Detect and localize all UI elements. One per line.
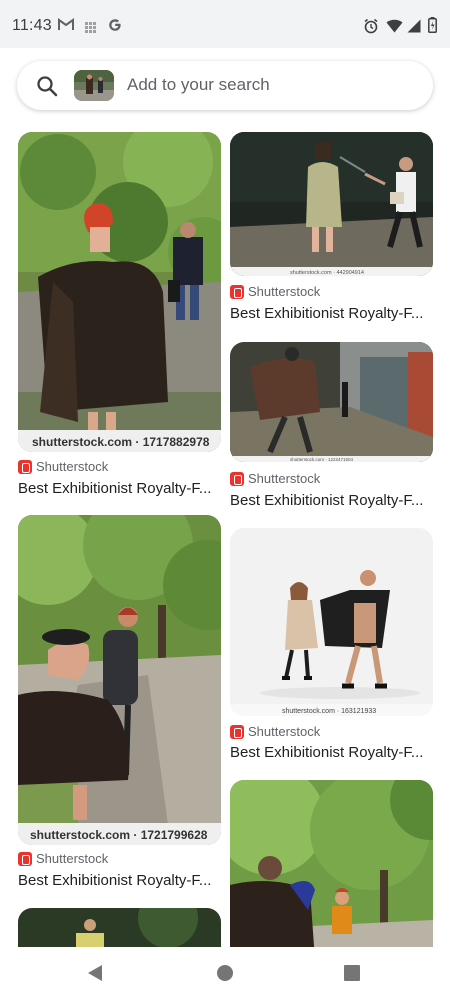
gmail-icon [58, 18, 74, 36]
source-name: Shutterstock [248, 471, 321, 486]
watermark-text: shutterstock.com · 442904914 [290, 270, 364, 276]
status-bar: 11:43 [0, 0, 450, 48]
result-image[interactable]: shutterstock.com · 163121933 [230, 528, 433, 716]
watermark-text: shutterstock.com · 1721799628 [30, 828, 208, 842]
result-title[interactable]: Best Exhibitionist Royalty-F... [18, 872, 221, 889]
shutterstock-icon [18, 460, 32, 474]
status-time: 11:43 [12, 17, 52, 34]
shutterstock-icon [18, 852, 32, 866]
alarm-icon [363, 18, 379, 39]
search-icon[interactable] [36, 75, 58, 102]
home-icon[interactable] [216, 964, 234, 987]
recents-icon[interactable] [344, 965, 360, 986]
back-icon[interactable] [86, 964, 104, 987]
result-image[interactable] [230, 780, 433, 960]
result-card-3[interactable]: shutterstock.com · 1222471504 Shuttersto… [230, 342, 433, 512]
source-name: Shutterstock [248, 284, 321, 299]
search-bar[interactable]: Add to your search [17, 61, 433, 110]
search-image-thumbnail[interactable] [74, 70, 114, 101]
search-input[interactable]: Add to your search [127, 75, 270, 95]
shutterstock-icon [230, 725, 244, 739]
source-name: Shutterstock [248, 724, 321, 739]
watermark-text: shutterstock.com · 1717882978 [32, 435, 210, 449]
battery-icon [428, 17, 437, 38]
signal-icon [407, 19, 421, 38]
result-image[interactable]: shutterstock.com · 1721799628 [18, 515, 221, 845]
watermark-text: shutterstock.com · 163121933 [282, 708, 376, 715]
result-image[interactable]: shutterstock.com · 442904914 [230, 132, 433, 276]
google-icon [107, 17, 123, 38]
shutterstock-icon [230, 472, 244, 486]
result-card-2[interactable]: shutterstock.com · 442904914 Shutterstoc… [230, 132, 433, 326]
result-card-6[interactable] [230, 780, 433, 960]
watermark-text: shutterstock.com · 1222471504 [290, 457, 354, 462]
navigation-bar [0, 947, 450, 1000]
shutterstock-icon [230, 285, 244, 299]
result-image[interactable]: shutterstock.com · 1717882978 [18, 132, 221, 452]
result-card-1[interactable]: shutterstock.com · 1717882978 Shuttersto… [18, 132, 221, 502]
result-card-7[interactable] [18, 908, 221, 947]
result-title[interactable]: Best Exhibitionist Royalty-F... [18, 480, 221, 497]
result-card-4[interactable]: shutterstock.com · 1721799628 Shuttersto… [18, 515, 221, 895]
source-name: Shutterstock [36, 459, 109, 474]
result-title[interactable]: Best Exhibitionist Royalty-F... [230, 744, 433, 761]
result-image[interactable] [18, 908, 221, 947]
result-card-5[interactable]: shutterstock.com · 163121933 Shutterstoc… [230, 528, 433, 764]
result-image[interactable]: shutterstock.com · 1222471504 [230, 342, 433, 462]
source-name: Shutterstock [36, 851, 109, 866]
wifi-icon [386, 19, 403, 38]
result-title[interactable]: Best Exhibitionist Royalty-F... [230, 305, 433, 322]
grid-icon [85, 20, 96, 38]
result-title[interactable]: Best Exhibitionist Royalty-F... [230, 492, 433, 509]
